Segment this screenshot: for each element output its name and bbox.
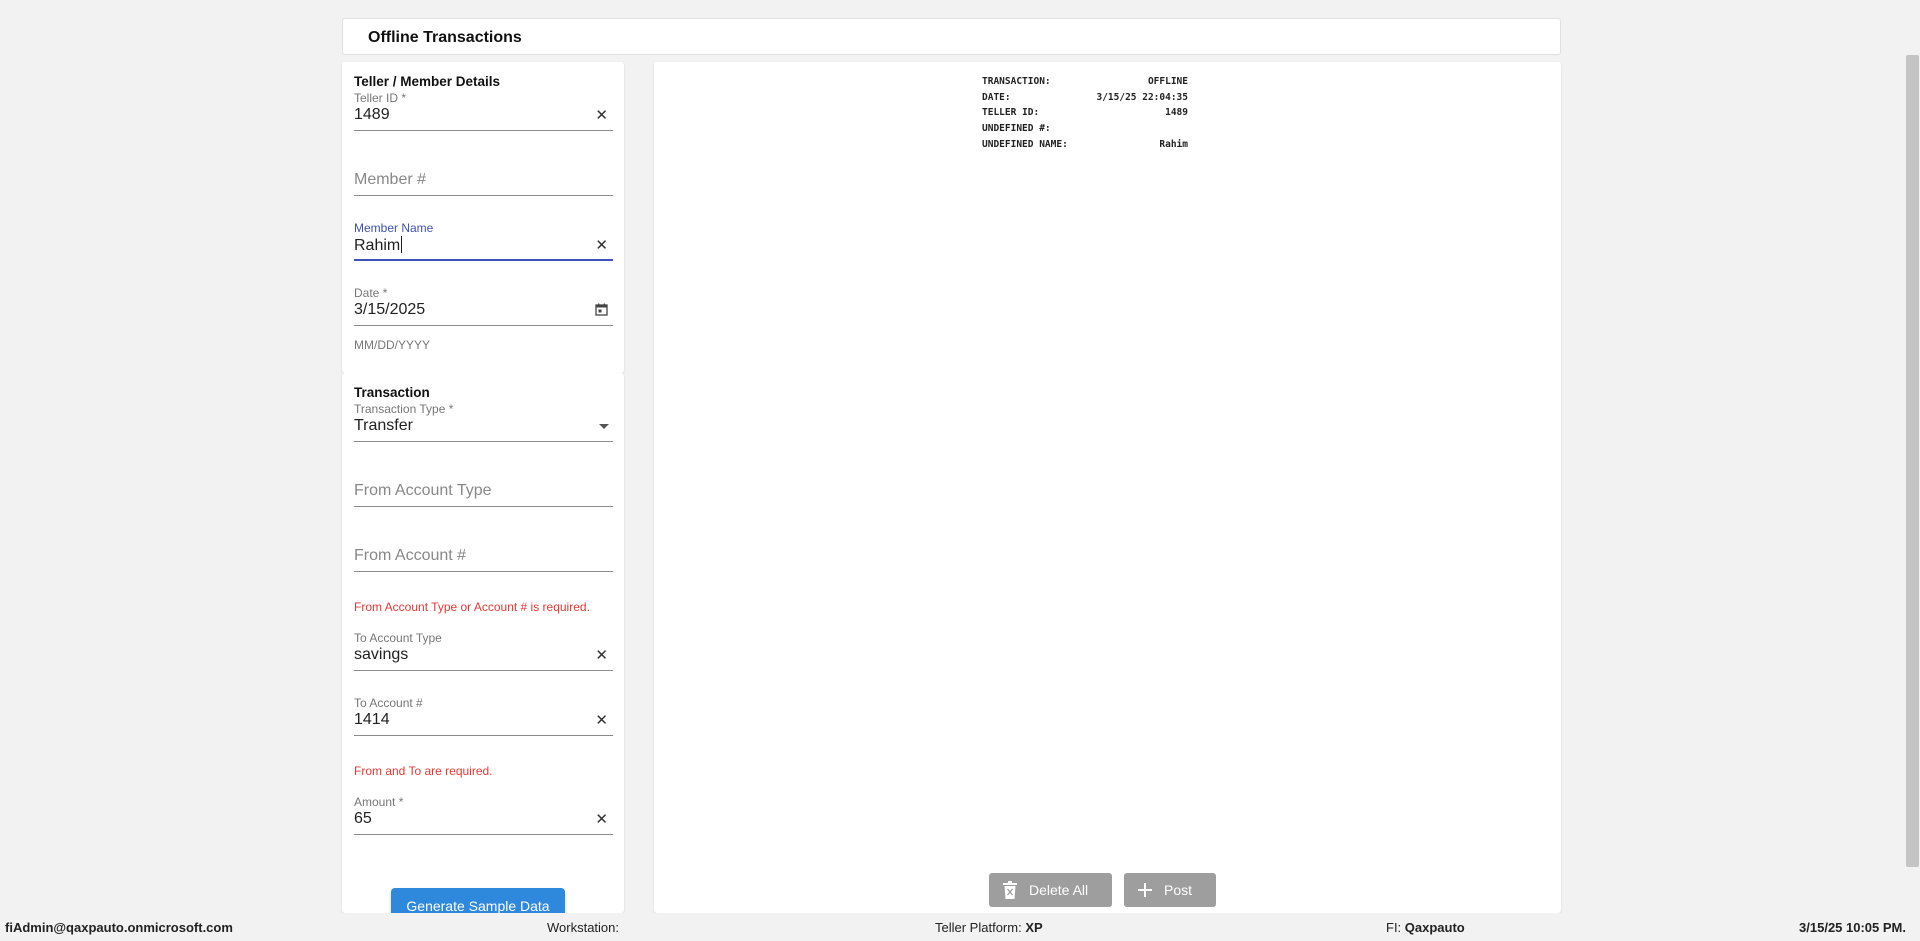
receipt-label: TRANSACTION: [982, 76, 1051, 87]
close-icon[interactable]: ✕ [595, 108, 608, 124]
dropdown-arrow-icon[interactable] [599, 424, 609, 429]
to-account-type-underline [354, 670, 613, 671]
member-number-underline [354, 195, 613, 196]
member-name-field[interactable]: Member Name Rahim ✕ [354, 221, 613, 261]
platform-label: Teller Platform: [935, 920, 1022, 935]
teller-id-value[interactable]: 1489 [354, 106, 390, 124]
from-account-type-placeholder[interactable]: From Account Type [354, 482, 492, 500]
member-name-value: Rahim [354, 237, 401, 254]
receipt-value: 3/15/25 22:04:35 [1096, 91, 1188, 103]
receipt-label: TELLER ID: [982, 107, 1040, 119]
status-datetime: 3/15/25 10:05 PM. [1799, 920, 1906, 935]
receipt-label: UNDEFINED #: [982, 123, 1051, 135]
receipt-value: OFFLINE [1147, 76, 1188, 87]
member-name-underline [354, 259, 613, 261]
to-account-number-value[interactable]: 1414 [354, 711, 390, 729]
from-account-number-placeholder[interactable]: From Account # [354, 547, 466, 565]
fi-value: Qaxpauto [1404, 920, 1465, 935]
teller-member-panel: Teller / Member Details Teller ID * 1489… [342, 62, 624, 373]
status-bar: fiAdmin@qaxpauto.onmicrosoft.com Worksta… [0, 913, 1920, 941]
transaction-type-underline [354, 441, 613, 442]
transaction-type-value[interactable]: Transfer [354, 417, 413, 435]
receipt-row: UNDEFINED NAME: Rahim [982, 137, 1188, 153]
platform-value: XP [1025, 920, 1043, 935]
calendar-icon[interactable] [595, 303, 608, 320]
close-icon[interactable]: ✕ [595, 238, 608, 254]
fi-label: FI: [1386, 920, 1402, 935]
status-workstation: Workstation: [547, 920, 619, 935]
teller-id-label: Teller ID * [354, 91, 407, 105]
member-number-field[interactable]: Member # [354, 156, 613, 196]
status-user: fiAdmin@qaxpauto.onmicrosoft.com [5, 920, 233, 935]
plus-icon [1138, 883, 1152, 897]
receipt-row: TRANSACTION: OFFLINE [982, 74, 1188, 90]
to-account-number-label: To Account # [354, 696, 423, 710]
amount-value[interactable]: 65 [354, 810, 372, 828]
status-platform: Teller Platform: XP [935, 920, 1043, 935]
receipt-label: UNDEFINED NAME: [982, 138, 1068, 150]
scrollbar-thumb[interactable] [1906, 55, 1919, 867]
close-icon[interactable]: ✕ [595, 648, 608, 664]
to-account-type-field[interactable]: To Account Type savings ✕ [354, 631, 613, 671]
transaction-type-select[interactable]: Transaction Type * Transfer [354, 402, 613, 442]
trash-icon [1003, 881, 1017, 899]
to-account-number-underline [354, 735, 613, 736]
delete-all-button[interactable]: Delete All [989, 873, 1112, 907]
from-account-error: From Account Type or Account # is requir… [354, 600, 590, 614]
receipt-value: Rahim [1159, 138, 1188, 150]
delete-all-label: Delete All [1029, 882, 1089, 898]
receipt-row: DATE: 3/15/25 22:04:35 [982, 90, 1188, 106]
transaction-section-heading: Transaction [354, 385, 430, 400]
transaction-panel: Transaction Transaction Type * Transfer … [342, 373, 624, 924]
to-account-number-field[interactable]: To Account # 1414 ✕ [354, 696, 613, 736]
amount-label: Amount * [354, 795, 404, 809]
teller-section-heading: Teller / Member Details [354, 74, 501, 89]
receipt-row: UNDEFINED #: [982, 121, 1188, 137]
from-account-number-underline [354, 571, 613, 572]
date-underline [354, 325, 613, 326]
amount-underline [354, 834, 613, 835]
from-to-required-error: From and To are required. [354, 764, 493, 778]
teller-id-field[interactable]: Teller ID * 1489 ✕ [354, 91, 613, 131]
receipt-row: TELLER ID: 1489 [982, 105, 1188, 121]
workstation-label: Workstation: [547, 920, 620, 935]
page-header: Offline Transactions [342, 18, 1561, 55]
date-format-helper: MM/DD/YYYY [354, 338, 431, 352]
post-label: Post [1164, 882, 1193, 898]
date-value[interactable]: 3/15/2025 [354, 301, 425, 319]
member-number-placeholder[interactable]: Member # [354, 171, 426, 189]
member-name-input[interactable]: Rahim [354, 236, 403, 255]
to-account-type-value[interactable]: savings [354, 646, 408, 664]
close-icon[interactable]: ✕ [595, 812, 608, 828]
receipt-preview-panel: TRANSACTION: OFFLINE DATE: 3/15/25 22:04… [654, 62, 1561, 913]
transaction-type-label: Transaction Type * [354, 402, 454, 416]
member-name-label: Member Name [354, 221, 434, 235]
status-fi: FI: Qaxpauto [1386, 920, 1465, 935]
receipt-value: 1489 [1165, 107, 1188, 119]
amount-field[interactable]: Amount * 65 ✕ [354, 795, 613, 835]
close-icon[interactable]: ✕ [595, 713, 608, 729]
teller-id-underline [354, 130, 613, 131]
from-account-number-field[interactable]: From Account # [354, 532, 613, 572]
date-label: Date * [354, 286, 388, 300]
text-cursor [401, 236, 403, 253]
page-title: Offline Transactions [368, 29, 522, 46]
from-account-type-underline [354, 506, 613, 507]
receipt: TRANSACTION: OFFLINE DATE: 3/15/25 22:04… [982, 74, 1188, 152]
from-account-type-field[interactable]: From Account Type [354, 467, 613, 507]
date-field[interactable]: Date * 3/15/2025 [354, 286, 613, 326]
to-account-type-label: To Account Type [354, 631, 442, 645]
receipt-label: DATE: [982, 91, 1011, 103]
post-button[interactable]: Post [1124, 873, 1216, 907]
